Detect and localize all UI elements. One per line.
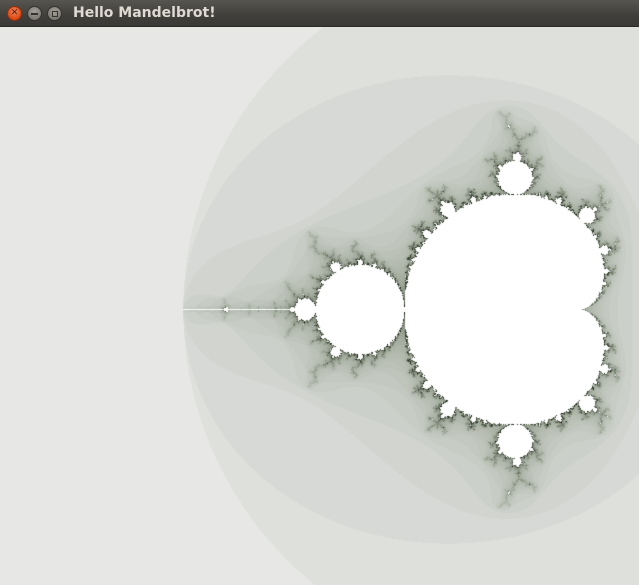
window-title: Hello Mandelbrot! <box>73 5 216 21</box>
app-window: ✕ Hello Mandelbrot! <box>0 0 639 585</box>
fractal-canvas-area <box>0 27 639 585</box>
maximize-button[interactable] <box>47 6 62 21</box>
close-icon: ✕ <box>10 8 19 18</box>
mandelbrot-canvas <box>0 27 639 585</box>
close-button[interactable]: ✕ <box>7 6 22 21</box>
maximize-icon <box>51 10 58 17</box>
title-bar[interactable]: ✕ Hello Mandelbrot! <box>0 0 639 27</box>
minimize-icon <box>31 12 38 15</box>
minimize-button[interactable] <box>27 6 42 21</box>
